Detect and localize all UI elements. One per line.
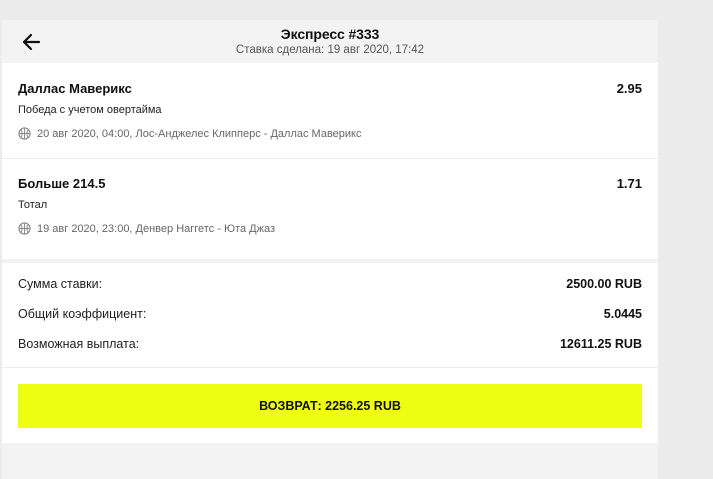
bet-placed-date: Ставка сделана: 19 авг 2020, 17:42 xyxy=(235,44,425,56)
coef-value: 5.0445 xyxy=(603,307,642,321)
stake-label: Сумма ставки: xyxy=(18,277,103,291)
event-meta: 20 авг 2020, 04:00, Лос-Анджелес Клиппер… xyxy=(18,127,362,140)
basketball-icon xyxy=(18,127,31,140)
event-odds: 2.95 xyxy=(616,81,642,96)
header: Экспресс #333 Ставка сделана: 19 авг 202… xyxy=(2,20,658,63)
event-meta: 19 авг 2020, 23:00, Денвер Наггетс - Юта… xyxy=(18,222,275,235)
refund-button-label: ВОЗВРАТ: 2256.25 RUB xyxy=(259,399,401,413)
basketball-icon xyxy=(18,222,31,235)
event-meta-text: 20 авг 2020, 04:00, Лос-Анджелес Клиппер… xyxy=(37,127,362,140)
events-card: Даллас Маверикс 2.95 Победа с учетом ове… xyxy=(2,63,658,259)
event-name: Даллас Маверикс xyxy=(18,81,132,96)
event-market: Победа с учетом овертайма xyxy=(18,104,162,116)
payout-label: Возможная выплата: xyxy=(18,337,140,351)
bet-details-panel: Экспресс #333 Ставка сделана: 19 авг 202… xyxy=(2,20,658,479)
divider xyxy=(2,158,658,159)
stake-value: 2500.00 RUB xyxy=(566,277,642,291)
event-name: Больше 214.5 xyxy=(18,176,106,191)
payout-value: 12611.25 RUB xyxy=(559,337,642,351)
refund-button[interactable]: ВОЗВРАТ: 2256.25 RUB xyxy=(18,384,642,428)
coef-label: Общий коэффициент: xyxy=(18,307,147,321)
page-title: Экспресс #333 xyxy=(280,26,380,42)
divider xyxy=(2,367,658,368)
event-meta-text: 19 авг 2020, 23:00, Денвер Наггетс - Юта… xyxy=(37,222,276,235)
event-odds: 1.71 xyxy=(616,176,642,191)
event-market: Тотал xyxy=(18,199,48,211)
